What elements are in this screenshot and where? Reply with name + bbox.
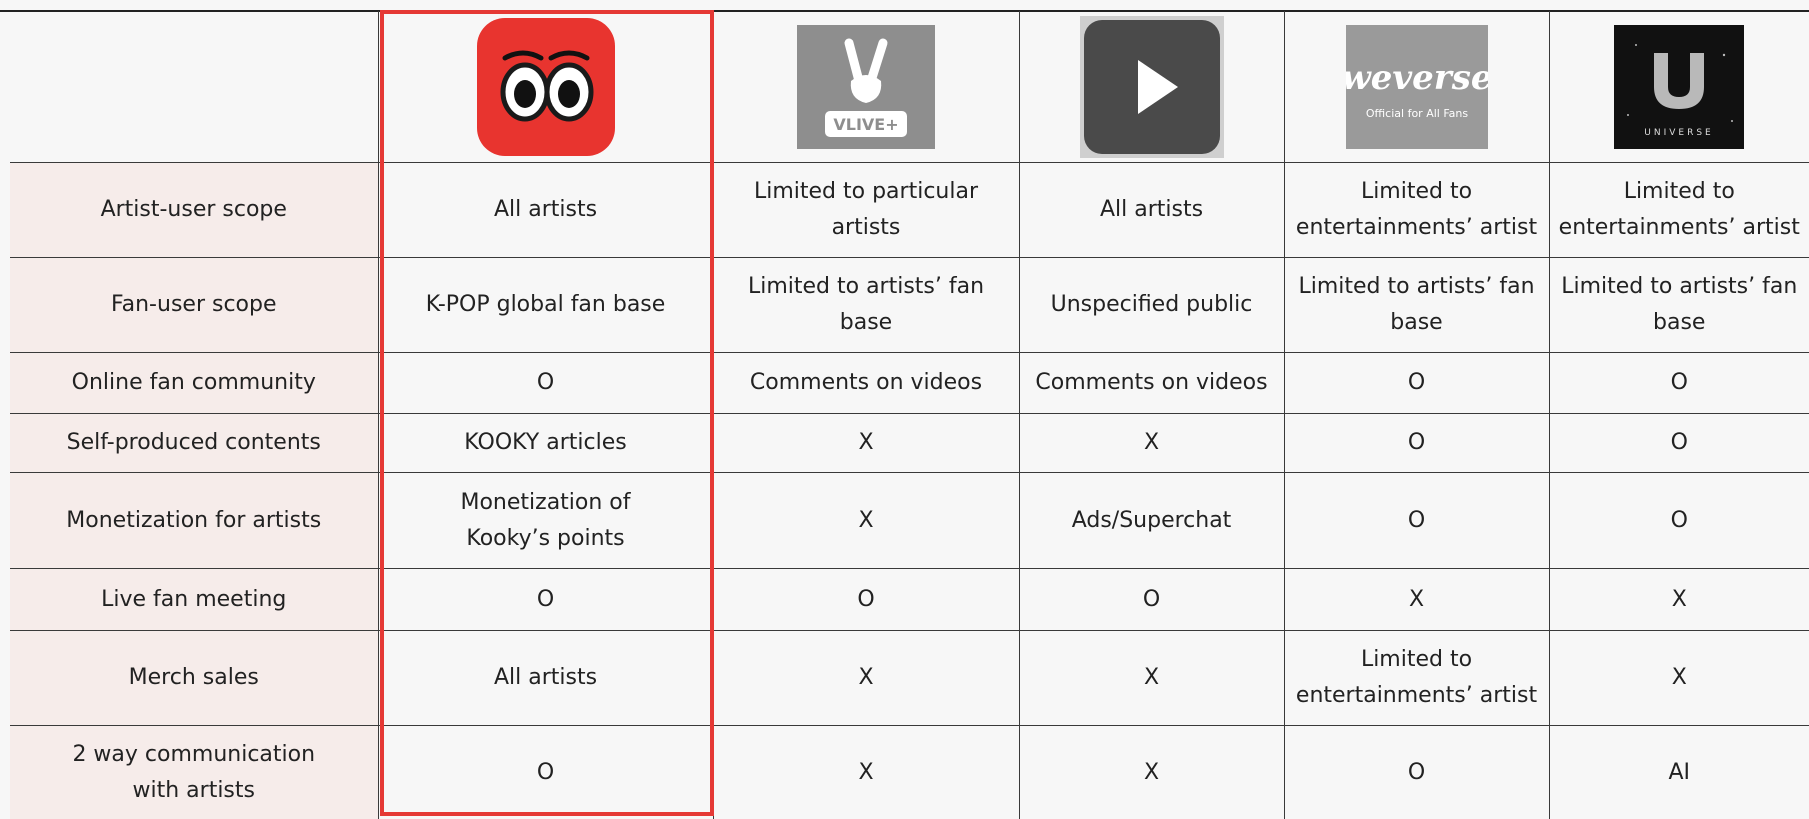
cell-kooky: O [377, 352, 714, 414]
table-row-monetization-for-artists: Monetization for artists Monetization of… [10, 472, 1809, 569]
logo-header-row: VLIVE+ weverse Official for All Fans UNI… [10, 11, 1809, 163]
row-label: Monetization for artists [10, 472, 379, 569]
cell-weverse: X [1283, 568, 1550, 631]
header-youtube [1018, 11, 1285, 163]
cell-youtube: Unspecified public [1018, 257, 1285, 353]
cell-universe: X [1548, 630, 1809, 726]
weverse-wordmark-logo-icon: weverse Official for All Fans [1345, 24, 1488, 149]
cell-vlive: X [712, 413, 1020, 473]
cell-universe: X [1548, 568, 1809, 631]
cell-weverse: O [1283, 352, 1550, 414]
row-label: Self-produced contents [10, 413, 379, 473]
row-label: Live fan meeting [10, 568, 379, 631]
cell-kooky: Monetization of Kooky’s points [377, 472, 714, 569]
svg-text:VLIVE+: VLIVE+ [833, 115, 898, 134]
table-row-fan-user-scope: Fan-user scope K-POP global fan base Lim… [10, 257, 1809, 353]
header-universe: UNIVERSE [1548, 11, 1809, 163]
cell-youtube: O [1018, 568, 1285, 631]
platform-comparison-table: VLIVE+ weverse Official for All Fans UNI… [10, 11, 1809, 819]
row-label: Fan-user scope [10, 257, 379, 353]
svg-text:weverse: weverse [1346, 58, 1488, 98]
cell-universe: AI [1548, 725, 1809, 819]
cell-vlive: X [712, 472, 1020, 569]
cell-youtube: X [1018, 413, 1285, 473]
cell-vlive: X [712, 725, 1020, 819]
cell-vlive: X [712, 630, 1020, 726]
cell-weverse: O [1283, 725, 1550, 819]
cell-universe: Limited to entertainments’ artist [1548, 162, 1809, 258]
cell-vlive: O [712, 568, 1020, 631]
cell-kooky: All artists [377, 630, 714, 726]
cell-weverse: Limited to entertainments’ artist [1283, 162, 1550, 258]
universe-u-logo-icon: UNIVERSE [1614, 24, 1745, 149]
cell-vlive: Limited to particular artists [712, 162, 1020, 258]
cell-universe: O [1548, 413, 1809, 473]
row-label: 2 way communication with artists [10, 725, 379, 819]
cell-kooky: O [377, 568, 714, 631]
header-kooky [377, 11, 714, 163]
comparison-slide: VLIVE+ weverse Official for All Fans UNI… [0, 0, 1809, 819]
cell-youtube: X [1018, 630, 1285, 726]
table-row-merch-sales: Merch sales All artists X X Limited to e… [10, 630, 1809, 726]
row-label: Artist-user scope [10, 162, 379, 258]
cell-universe: O [1548, 472, 1809, 569]
cell-universe: O [1548, 352, 1809, 414]
cell-kooky: O [377, 725, 714, 819]
cell-youtube: Ads/Superchat [1018, 472, 1285, 569]
vlive-peace-hand-logo-icon: VLIVE+ [797, 24, 935, 149]
svg-text:Official for All Fans: Official for All Fans [1365, 107, 1467, 120]
cell-youtube: X [1018, 725, 1285, 819]
cell-youtube: All artists [1018, 162, 1285, 258]
cell-kooky: KOOKY articles [377, 413, 714, 473]
table-row-online-fan-community: Online fan community O Comments on video… [10, 352, 1809, 414]
table-row-live-fan-meeting: Live fan meeting O O O X X [10, 568, 1809, 631]
table-row-self-produced-contents: Self-produced contents KOOKY articles X … [10, 413, 1809, 473]
table-row-two-way-communication: 2 way communication with artists O X X O… [10, 725, 1809, 819]
header-vlive: VLIVE+ [712, 11, 1020, 163]
svg-text:UNIVERSE: UNIVERSE [1645, 128, 1714, 138]
cell-universe: Limited to artists’ fan base [1548, 257, 1809, 353]
cell-youtube: Comments on videos [1018, 352, 1285, 414]
cell-kooky: K-POP global fan base [377, 257, 714, 353]
cell-weverse: Limited to entertainments’ artist [1283, 630, 1550, 726]
row-label: Merch sales [10, 630, 379, 726]
header-weverse: weverse Official for All Fans [1283, 11, 1550, 163]
cell-weverse: Limited to artists’ fan base [1283, 257, 1550, 353]
row-label: Online fan community [10, 352, 379, 414]
cell-vlive: Limited to artists’ fan base [712, 257, 1020, 353]
cell-weverse: O [1283, 413, 1550, 473]
youtube-play-logo-icon [1079, 15, 1224, 158]
table-row-artist-user-scope: Artist-user scope All artists Limited to… [10, 162, 1809, 258]
header-corner-cell [10, 11, 379, 163]
cell-kooky: All artists [377, 162, 714, 258]
kooky-eyes-logo-icon [476, 17, 615, 156]
cell-weverse: O [1283, 472, 1550, 569]
cell-vlive: Comments on videos [712, 352, 1020, 414]
